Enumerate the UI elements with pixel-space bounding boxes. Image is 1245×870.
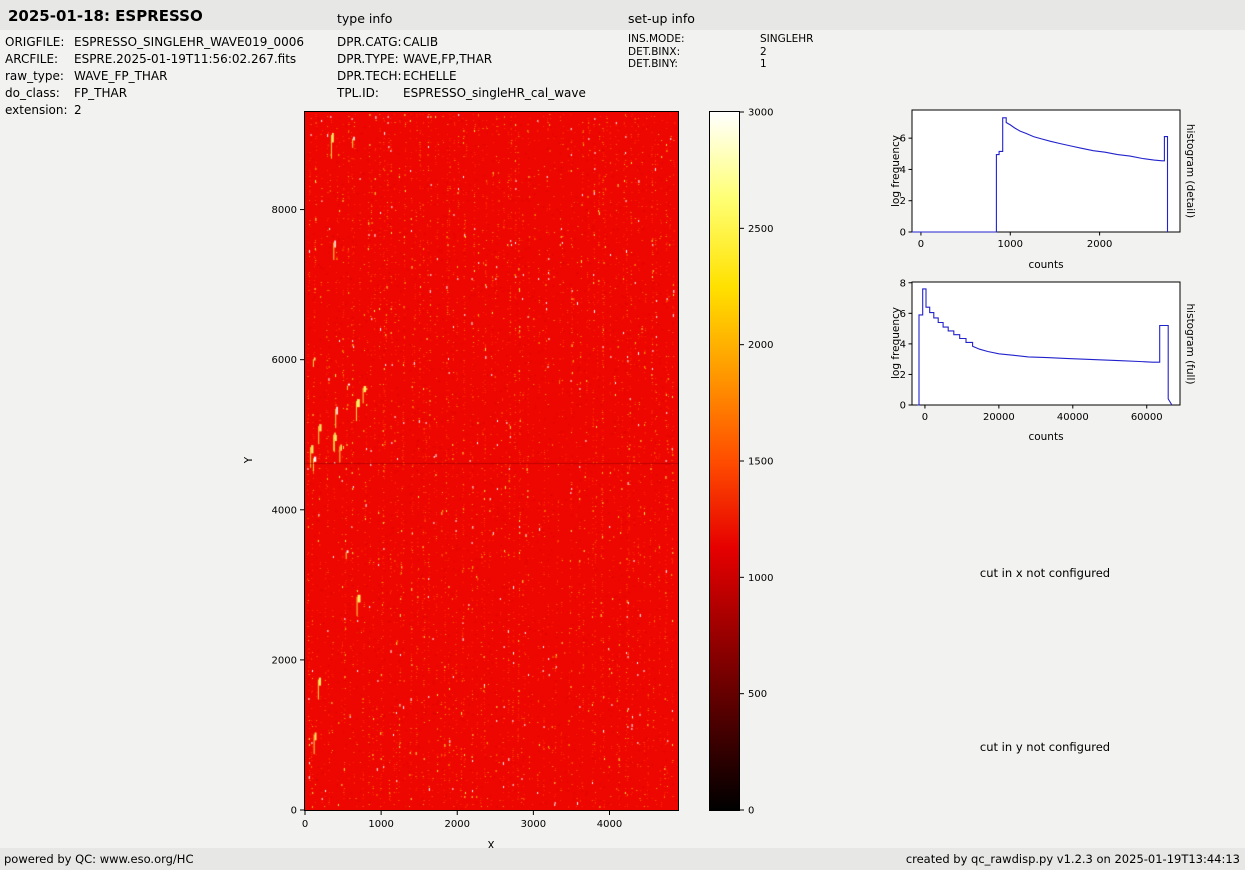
tick-label: 2000 xyxy=(1087,239,1112,250)
tick-label: 4000 xyxy=(272,505,297,516)
footer-left-text: powered by QC: www.eso.org/HC xyxy=(4,848,193,870)
tick-label: 1500 xyxy=(748,457,773,468)
info-row: ORIGFILE:ESPRESSO_SINGLEHR_WAVE019_0006 xyxy=(5,34,304,51)
info-value: WAVE,FP,THAR xyxy=(403,52,492,66)
tick-label: 2 xyxy=(900,370,906,381)
info-row: ARCFILE:ESPRE.2025-01-19T11:56:02.267.fi… xyxy=(5,51,304,68)
tick-label: 0 xyxy=(900,228,906,239)
info-row: extension:2 xyxy=(5,102,304,119)
type-info-heading: type info xyxy=(337,11,392,26)
tick-label: 3000 xyxy=(521,819,546,830)
tick-label: 3000 xyxy=(748,108,773,119)
tick-label: 1000 xyxy=(368,819,393,830)
info-value: SINGLEHR xyxy=(760,33,813,45)
tick-label: 2000 xyxy=(445,819,470,830)
info-label: DET.BINY: xyxy=(628,58,760,71)
info-label: DPR.TYPE: xyxy=(337,51,403,68)
tick-label: 6 xyxy=(900,309,906,320)
info-value: 2 xyxy=(74,103,82,117)
tick-label: 4 xyxy=(900,339,906,350)
histogram-plot: 0 1000 2000 0 2 4 6 xyxy=(866,102,1194,262)
tick-label: 60000 xyxy=(1131,412,1163,423)
tick-label: 2 xyxy=(900,196,906,207)
tick-label: 0 xyxy=(900,401,906,412)
setup-info-block: INS.MODE:SINGLEHR DET.BINX:2 DET.BINY:1 xyxy=(628,33,813,71)
info-value: 1 xyxy=(760,58,767,70)
tick-label: 6000 xyxy=(272,355,297,366)
info-label: extension: xyxy=(5,102,74,119)
info-row: TPL.ID:ESPRESSO_singleHR_cal_wave xyxy=(337,85,586,102)
histogram-plot: 0 20000 40000 60000 0 2 4 6 8 xyxy=(866,274,1194,435)
info-row: DET.BINY:1 xyxy=(628,58,813,71)
tick-label: 2000 xyxy=(748,340,773,351)
info-value: WAVE_FP_THAR xyxy=(74,69,167,83)
header-bar: 2025-01-18: ESPRESSO type info set-up in… xyxy=(0,0,1245,30)
info-row: INS.MODE:SINGLEHR xyxy=(628,33,813,46)
tick-label: 0 xyxy=(302,819,308,830)
tick-label: 1000 xyxy=(998,239,1023,250)
tick-label: 0 xyxy=(291,806,297,817)
info-label: TPL.ID: xyxy=(337,85,403,102)
info-row: DET.BINX:2 xyxy=(628,46,813,59)
tick-label: 8 xyxy=(900,278,906,289)
tick-label: 0 xyxy=(748,806,754,817)
info-value: FP_THAR xyxy=(74,86,127,100)
colorbar xyxy=(710,112,739,810)
qc-report-page: 2025-01-18: ESPRESSO type info set-up in… xyxy=(0,0,1245,870)
tick-label: 1000 xyxy=(748,573,773,584)
info-value: 2 xyxy=(760,46,767,58)
tick-label: 0 xyxy=(922,412,928,423)
tick-label: 4 xyxy=(900,165,906,176)
cut-y-message: cut in y not configured xyxy=(980,740,1110,754)
setup-info-heading: set-up info xyxy=(628,11,695,26)
info-row: DPR.TYPE:WAVE,FP,THAR xyxy=(337,51,586,68)
info-label: DPR.CATG: xyxy=(337,34,403,51)
type-info-block: DPR.CATG:CALIB DPR.TYPE:WAVE,FP,THAR DPR… xyxy=(337,34,586,102)
cut-x-message: cut in x not configured xyxy=(980,566,1110,580)
info-row: DPR.TECH:ECHELLE xyxy=(337,68,586,85)
footer-right-text: created by qc_rawdisp.py v1.2.3 on 2025-… xyxy=(906,848,1240,870)
raw-frame-image xyxy=(305,112,678,810)
tick-label: 6 xyxy=(900,134,906,145)
tick-label: 40000 xyxy=(1057,412,1089,423)
info-label: do_class: xyxy=(5,85,74,102)
info-label: ARCFILE: xyxy=(5,51,74,68)
tick-label: 0 xyxy=(918,239,924,250)
info-label: DET.BINX: xyxy=(628,46,760,59)
main-y-axis-label: Y xyxy=(243,457,255,463)
page-title: 2025-01-18: ESPRESSO xyxy=(8,7,203,25)
footer-bar: powered by QC: www.eso.org/HC created by… xyxy=(0,848,1245,870)
info-row: do_class:FP_THAR xyxy=(5,85,304,102)
file-info-block: ORIGFILE:ESPRESSO_SINGLEHR_WAVE019_0006 … xyxy=(5,34,304,119)
info-label: ORIGFILE: xyxy=(5,34,74,51)
info-value: ESPRESSO_singleHR_cal_wave xyxy=(403,86,586,100)
info-label: raw_type: xyxy=(5,68,74,85)
tick-label: 2000 xyxy=(272,655,297,666)
info-label: DPR.TECH: xyxy=(337,68,403,85)
info-label: INS.MODE: xyxy=(628,33,760,46)
plot-frame xyxy=(912,110,1180,232)
plot-frame xyxy=(912,282,1180,405)
info-row: raw_type:WAVE_FP_THAR xyxy=(5,68,304,85)
info-value: ESPRE.2025-01-19T11:56:02.267.fits xyxy=(74,52,296,66)
tick-label: 20000 xyxy=(983,412,1015,423)
info-value: ECHELLE xyxy=(403,69,457,83)
tick-label: 2500 xyxy=(748,224,773,235)
tick-label: 8000 xyxy=(272,205,297,216)
info-value: CALIB xyxy=(403,35,438,49)
info-row: DPR.CATG:CALIB xyxy=(337,34,586,51)
tick-label: 500 xyxy=(748,689,767,700)
info-value: ESPRESSO_SINGLEHR_WAVE019_0006 xyxy=(74,35,304,49)
tick-label: 4000 xyxy=(597,819,622,830)
